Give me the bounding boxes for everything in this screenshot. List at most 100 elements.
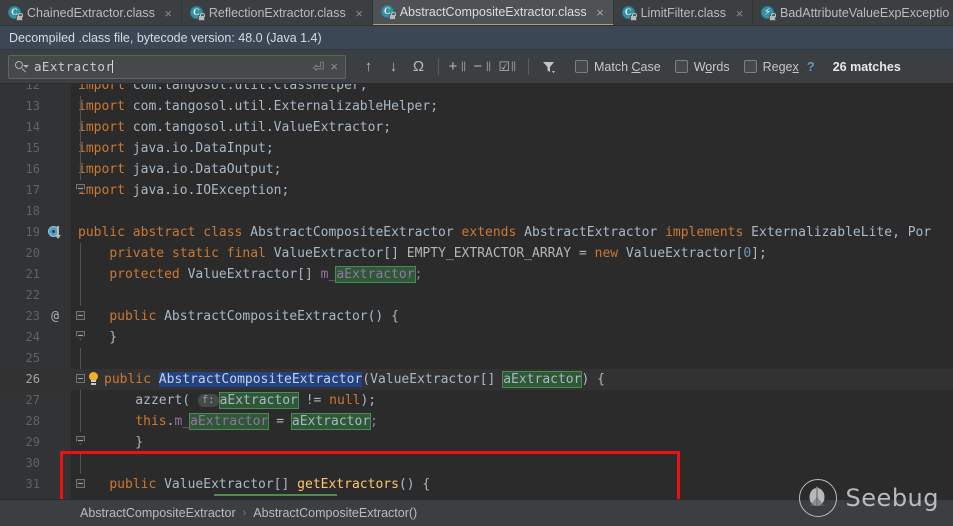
implemented-method-gutter-icon[interactable] bbox=[48, 226, 61, 239]
code-text: azzert( f: aExtractor != null); bbox=[104, 392, 377, 409]
tab-reflection-extractor[interactable]: C ReflectionExtractor.class × bbox=[182, 0, 373, 25]
tab-abstract-composite-extractor[interactable]: C AbstractCompositeExtractor.class × bbox=[372, 0, 614, 25]
checkbox-box[interactable] bbox=[674, 60, 688, 73]
code-text: } bbox=[78, 330, 118, 345]
tab-close-icon[interactable]: × bbox=[734, 7, 745, 20]
fold-guide bbox=[80, 96, 81, 117]
java-class-decompiled-icon: C bbox=[621, 6, 637, 21]
code-line[interactable]: 30 bbox=[0, 453, 953, 474]
code-line[interactable]: 20 private static final ValueExtractor[]… bbox=[0, 243, 953, 264]
find-next-button[interactable]: ↓ bbox=[381, 54, 406, 80]
regex-checkbox[interactable]: Regex bbox=[743, 60, 799, 74]
omega-icon: Ω bbox=[412, 58, 425, 75]
fold-guide bbox=[80, 243, 81, 264]
match-case-checkbox[interactable]: Match Case bbox=[575, 60, 661, 74]
fold-guide bbox=[80, 264, 81, 285]
regex-help-link[interactable]: ? bbox=[807, 59, 815, 74]
code-line[interactable]: 19 public abstract class AbstractComposi… bbox=[0, 222, 953, 243]
toolbar-divider-2 bbox=[528, 58, 529, 75]
code-text: import com.tangosol.util.ClassHelper; bbox=[78, 84, 368, 93]
code-line[interactable]: 25 bbox=[0, 348, 953, 369]
modified-region-underline bbox=[214, 494, 337, 496]
code-line[interactable]: 22 bbox=[0, 285, 953, 306]
search-clear-icon[interactable]: × bbox=[327, 60, 341, 73]
tab-label: LimitFilter.class bbox=[640, 6, 727, 20]
code-line-current[interactable]: 26 public AbstractCompositeExtractor(Val… bbox=[0, 369, 953, 390]
code-line[interactable]: 16 import java.io.DataOutput; bbox=[0, 159, 953, 180]
tab-chained-extractor[interactable]: C ChainedExtractor.class × bbox=[0, 0, 182, 25]
code-lines[interactable]: 12 import com.tangosol.util.ClassHelper;… bbox=[0, 84, 953, 499]
tab-label: AbstractCompositeExtractor.class bbox=[399, 5, 587, 19]
tab-label: BadAttributeValueExpExceptio bbox=[780, 6, 950, 20]
fold-guide bbox=[80, 159, 81, 180]
tab-bad-attribute-value-exp-exception[interactable]: ⚡ BadAttributeValueExpExceptio bbox=[753, 0, 953, 25]
seebug-watermark-text: Seebug bbox=[845, 484, 939, 512]
code-line[interactable]: 15 import java.io.DataInput; bbox=[0, 138, 953, 159]
breadcrumb-class[interactable]: AbstractCompositeExtractor bbox=[80, 506, 236, 520]
code-line[interactable]: 13 import com.tangosol.util.Externalizab… bbox=[0, 96, 953, 117]
fold-guide bbox=[80, 453, 81, 474]
search-icon[interactable] bbox=[14, 60, 29, 74]
remove-cursor-icon: − ‖ bbox=[473, 57, 492, 75]
java-class-decompiled-icon: C bbox=[189, 6, 205, 21]
checkbox-box[interactable] bbox=[743, 60, 757, 73]
search-match-highlight: aExtractor bbox=[218, 392, 299, 409]
fold-marker[interactable] bbox=[76, 479, 85, 488]
search-match-highlight: aExtractor bbox=[502, 371, 583, 388]
fold-end-marker[interactable] bbox=[76, 436, 85, 445]
code-line[interactable]: 27 azzert( f: aExtractor != null); bbox=[0, 390, 953, 411]
banner-text: Decompiled .class file, bytecode version… bbox=[9, 30, 322, 45]
find-toolbar: aExtractor ⏎ × ↑ ↓ Ω + ‖ − ‖ ☑ ‖ Match C… bbox=[0, 50, 953, 84]
code-text: import com.tangosol.util.ValueExtractor; bbox=[78, 120, 392, 135]
filter-search-results-button[interactable] bbox=[536, 54, 561, 80]
tab-close-icon[interactable]: × bbox=[163, 7, 174, 20]
code-text: public ValueExtractor[] getExtractors() … bbox=[109, 477, 431, 492]
code-text: private static final ValueExtractor[] EM… bbox=[109, 246, 767, 261]
find-previous-button[interactable]: ↑ bbox=[356, 54, 381, 80]
fold-marker[interactable] bbox=[76, 374, 85, 383]
fold-guide bbox=[80, 348, 81, 369]
tab-limit-filter[interactable]: C LimitFilter.class × bbox=[614, 0, 754, 25]
add-selection-next-occurrence-button[interactable]: + ‖ bbox=[446, 54, 471, 80]
tab-close-icon[interactable]: × bbox=[595, 6, 606, 19]
code-text: import java.io.DataInput; bbox=[78, 141, 274, 156]
add-cursor-icon: + ‖ bbox=[448, 57, 467, 75]
match-case-label: Match Case bbox=[594, 59, 661, 74]
code-line[interactable]: 12 import com.tangosol.util.ClassHelper; bbox=[0, 84, 953, 96]
code-line[interactable]: 14 import com.tangosol.util.ValueExtract… bbox=[0, 117, 953, 138]
toolbar-divider bbox=[438, 58, 439, 75]
code-text: } bbox=[104, 435, 144, 450]
tab-label: ChainedExtractor.class bbox=[27, 6, 155, 20]
java-class-decompiled-icon: C bbox=[8, 6, 23, 21]
select-all-occurrences-button[interactable]: Ω bbox=[406, 54, 431, 80]
code-line[interactable]: 21 protected ValueExtractor[] m_aExtract… bbox=[0, 264, 953, 285]
code-line[interactable]: 17 import java.io.IOException; bbox=[0, 180, 953, 201]
code-text: this.m_aExtractor = aExtractor; bbox=[135, 413, 378, 430]
fold-guide bbox=[80, 390, 81, 411]
words-label: Words bbox=[693, 59, 730, 74]
intention-bulb-icon[interactable] bbox=[88, 372, 99, 386]
annotation-gutter-icon[interactable]: @ bbox=[47, 306, 63, 327]
code-line[interactable]: 28 this.m_aExtractor = aExtractor; bbox=[0, 411, 953, 432]
code-line[interactable]: 24 } bbox=[0, 327, 953, 348]
tab-label: ReflectionExtractor.class bbox=[208, 6, 346, 20]
breadcrumb-method[interactable]: AbstractCompositeExtractor() bbox=[253, 506, 417, 520]
tab-close-icon[interactable]: × bbox=[354, 7, 365, 20]
code-line[interactable]: 18 bbox=[0, 201, 953, 222]
java-class-decompiled-icon: C bbox=[380, 5, 396, 20]
code-line[interactable]: 29 } bbox=[0, 432, 953, 453]
seebug-bug-logo-icon bbox=[798, 479, 837, 517]
search-input-value[interactable]: aExtractor bbox=[34, 59, 310, 74]
words-checkbox[interactable]: Words bbox=[674, 59, 730, 74]
search-newline-icon[interactable]: ⏎ bbox=[310, 60, 328, 74]
code-line[interactable]: 23 @ public AbstractCompositeExtractor()… bbox=[0, 306, 953, 327]
select-all-occurrences-multicursor-button[interactable]: ☑ ‖ bbox=[496, 54, 521, 80]
fold-marker[interactable] bbox=[76, 311, 85, 320]
checkbox-box[interactable] bbox=[575, 60, 588, 73]
code-editor[interactable]: 12 import com.tangosol.util.ClassHelper;… bbox=[0, 84, 953, 499]
select-all-cursors-icon: ☑ ‖ bbox=[498, 58, 517, 74]
decompiled-file-banner: Decompiled .class file, bytecode version… bbox=[0, 26, 953, 50]
fold-guide bbox=[80, 138, 81, 159]
search-input[interactable]: aExtractor ⏎ × bbox=[8, 54, 346, 79]
remove-selection-occurrence-button[interactable]: − ‖ bbox=[471, 54, 496, 80]
